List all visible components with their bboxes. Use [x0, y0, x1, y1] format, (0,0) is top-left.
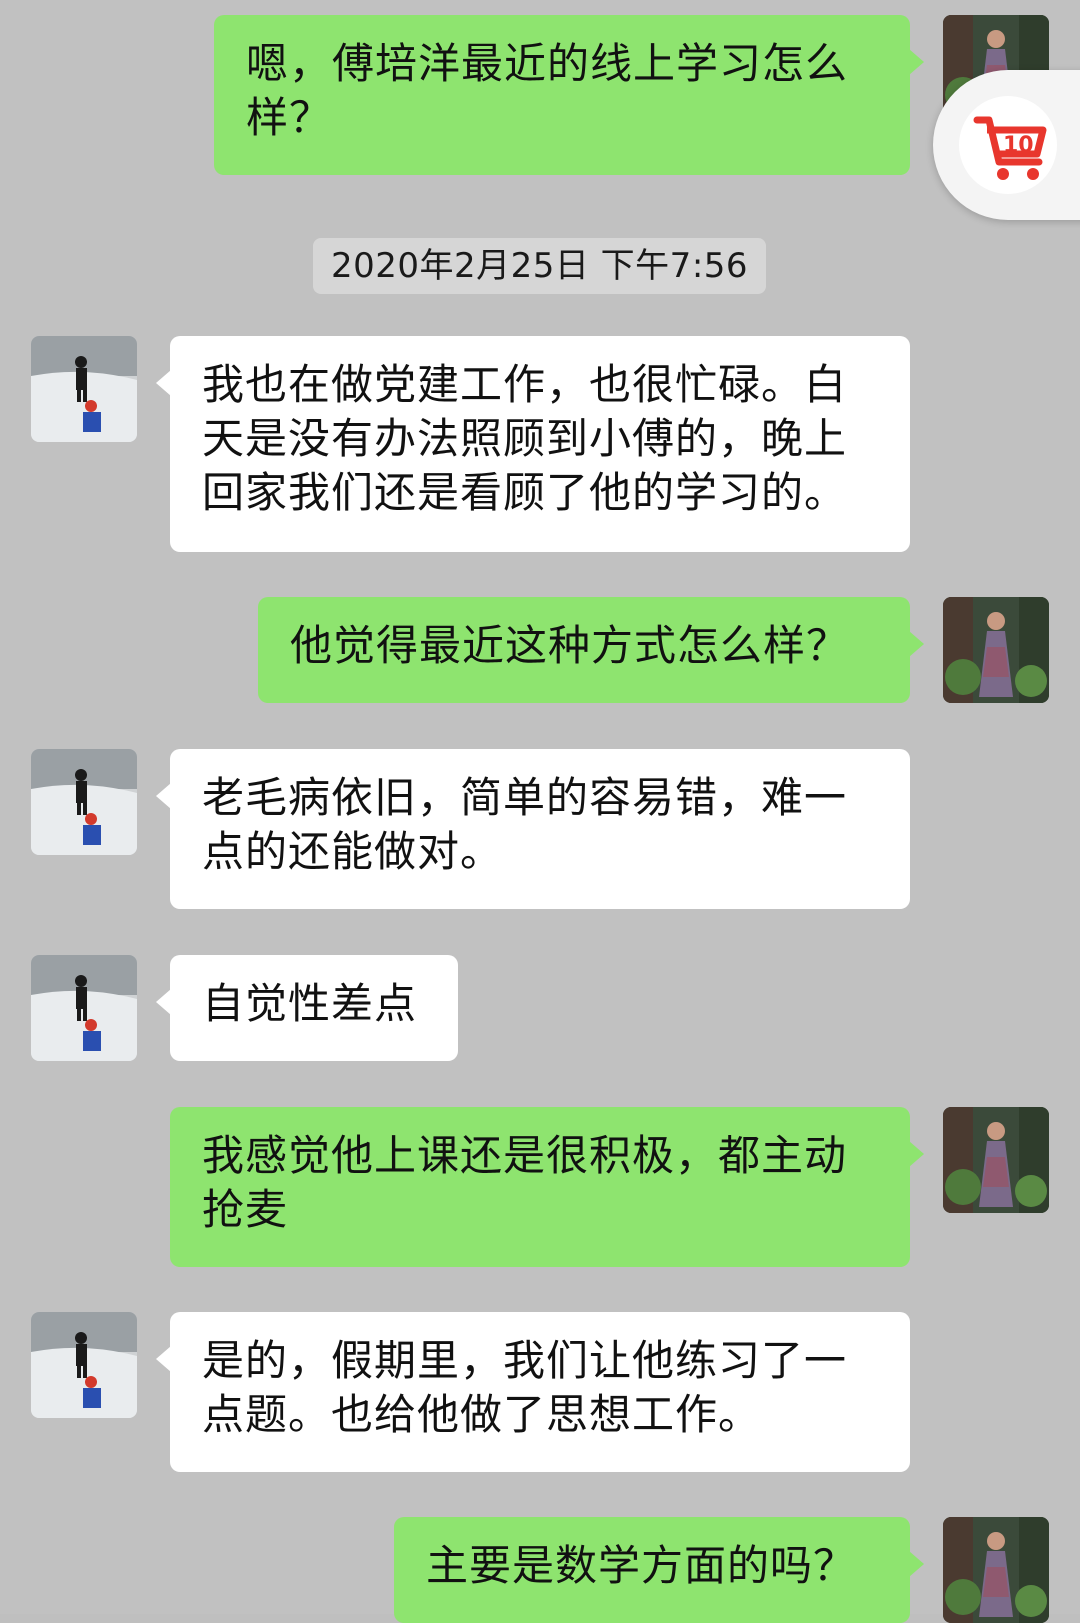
- my-avatar[interactable]: [943, 1107, 1049, 1213]
- message-bubble-incoming[interactable]: 我也在做党建工作，也很忙碌。白天是没有办法照顾到小傅的，晚上回家我们还是看顾了他…: [156, 336, 910, 552]
- message-bubble-incoming[interactable]: 自觉性差点: [156, 955, 458, 1061]
- message-bubble-outgoing[interactable]: 我感觉他上课还是很积极，都主动抢麦: [170, 1107, 924, 1267]
- message-bubble-outgoing[interactable]: 嗯，傅培洋最近的线上学习怎么样？: [214, 15, 924, 175]
- my-avatar[interactable]: [943, 1517, 1049, 1623]
- message-text: 嗯，傅培洋最近的线上学习怎么样？: [246, 39, 849, 142]
- message-text: 他觉得最近这种方式怎么样？: [290, 621, 850, 670]
- message-bubble-incoming[interactable]: 是的，假期里，我们让他练习了一点题。也给他做了思想工作。: [156, 1312, 910, 1472]
- svg-text:10: 10: [1003, 133, 1034, 158]
- message-text: 自觉性差点: [202, 979, 418, 1028]
- floating-shortcut-button[interactable]: 10: [933, 70, 1080, 220]
- message-bubble-outgoing[interactable]: 他觉得最近这种方式怎么样？: [258, 597, 924, 703]
- cart-return-icon: 10: [959, 96, 1057, 194]
- message-text: 我感觉他上课还是很积极，都主动抢麦: [202, 1131, 848, 1234]
- message-bubble-incoming[interactable]: 老毛病依旧，简单的容易错，难一点的还能做对。: [156, 749, 910, 909]
- my-avatar[interactable]: [943, 597, 1049, 703]
- message-text: 主要是数学方面的吗？: [426, 1541, 857, 1590]
- contact-avatar[interactable]: [31, 749, 137, 855]
- contact-avatar[interactable]: [31, 1312, 137, 1418]
- contact-avatar[interactable]: [31, 955, 137, 1061]
- contact-avatar[interactable]: [31, 336, 137, 442]
- message-text: 我也在做党建工作，也很忙碌。白天是没有办法照顾到小傅的，晚上回家我们还是看顾了他…: [202, 360, 848, 517]
- message-text: 老毛病依旧，简单的容易错，难一点的还能做对。: [202, 773, 848, 876]
- message-text: 是的，假期里，我们让他练习了一点题。也给他做了思想工作。: [202, 1336, 848, 1439]
- message-bubble-outgoing[interactable]: 主要是数学方面的吗？: [394, 1517, 924, 1623]
- message-timestamp: 2020年2月25日 下午7:56: [313, 238, 766, 294]
- chat-window: 嗯，傅培洋最近的线上学习怎么样？ 10 2020年2月25日 下午7:56 我也…: [0, 0, 1080, 1623]
